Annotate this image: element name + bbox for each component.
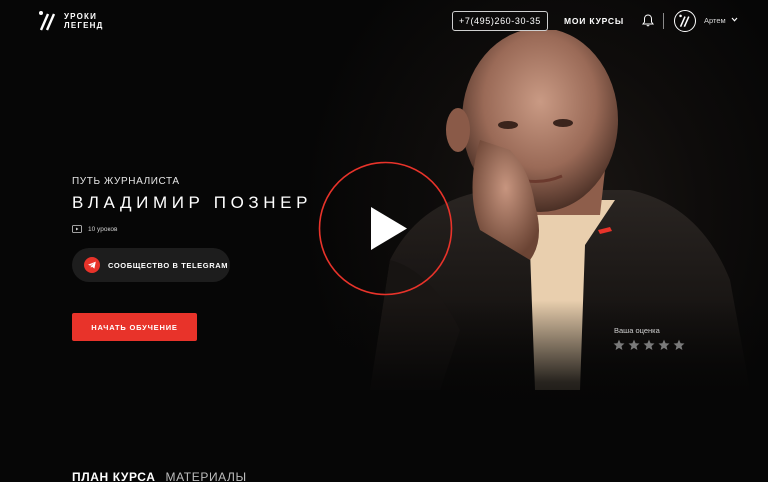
rating-stars[interactable] (613, 339, 685, 351)
rating-label: Ваша оценка (614, 326, 660, 335)
logo-text-line1: УРОКИ (64, 12, 98, 21)
chevron-down-icon[interactable] (731, 16, 738, 23)
lessons-count-label: 10 уроков (88, 225, 118, 233)
logo-text: УРОКИ ЛЕГЕНД (64, 12, 104, 30)
course-tabs: ПЛАН КУРСА МАТЕРИАЛЫ (72, 470, 247, 482)
star-icon[interactable] (613, 339, 625, 351)
course-title: ВЛАДИМИР ПОЗНЕР (72, 193, 313, 212)
course-subtitle: ПУТЬ ЖУРНАЛИСТА (72, 176, 180, 187)
tab-materials[interactable]: МАТЕРИАЛЫ (166, 470, 247, 482)
telegram-community-button[interactable]: СООБЩЕСТВО В TELEGRAM (72, 248, 230, 282)
logo-icon (39, 11, 56, 31)
star-icon[interactable] (658, 339, 670, 351)
video-icon (72, 225, 82, 233)
star-icon[interactable] (643, 339, 655, 351)
start-learning-button[interactable]: НАЧАТЬ ОБУЧЕНИЕ (72, 313, 197, 341)
star-icon[interactable] (628, 339, 640, 351)
star-icon[interactable] (673, 339, 685, 351)
play-button[interactable] (318, 161, 453, 296)
logo[interactable]: УРОКИ ЛЕГЕНД (38, 10, 104, 32)
username[interactable]: Артем (704, 16, 726, 25)
header-divider (663, 13, 664, 29)
avatar-logo-icon (679, 14, 690, 28)
lessons-count: 10 уроков (72, 225, 117, 233)
avatar[interactable] (674, 10, 696, 32)
logo-text-line2: ЛЕГЕНД (64, 21, 104, 30)
telegram-button-label: СООБЩЕСТВО В TELEGRAM (108, 260, 229, 270)
top-navigation: УРОКИ ЛЕГЕНД +7(495)260-30-35 МОИ КУРСЫ … (0, 0, 768, 42)
tab-course-plan[interactable]: ПЛАН КУРСА (72, 470, 156, 482)
bell-icon[interactable] (642, 14, 654, 27)
telegram-icon (84, 257, 100, 273)
phone-button[interactable]: +7(495)260-30-35 (452, 11, 548, 31)
my-courses-link[interactable]: МОИ КУРСЫ (564, 16, 624, 26)
